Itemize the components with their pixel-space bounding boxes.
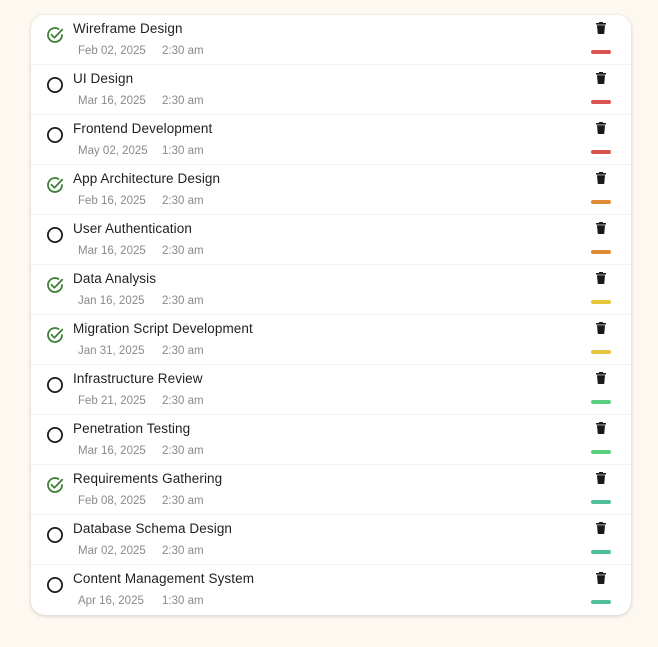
task-row[interactable]: Wireframe Design Feb 02, 2025 2:30 am xyxy=(31,15,631,65)
task-row[interactable]: Content Management System Apr 16, 2025 1… xyxy=(31,565,631,615)
task-title: Data Analysis xyxy=(73,271,157,286)
task-time: 2:30 am xyxy=(162,95,204,107)
empty-circle-icon[interactable] xyxy=(46,226,64,244)
task-title: Infrastructure Review xyxy=(73,371,203,386)
task-title: User Authentication xyxy=(73,221,192,236)
task-time: 1:30 am xyxy=(162,145,204,157)
task-date: Mar 16, 2025 xyxy=(78,95,146,107)
empty-circle-icon[interactable] xyxy=(46,76,64,94)
task-date: Feb 16, 2025 xyxy=(78,195,146,207)
check-circle-icon[interactable] xyxy=(46,476,64,494)
empty-circle-icon[interactable] xyxy=(46,376,64,394)
task-title: Migration Script Development xyxy=(73,321,253,336)
priority-indicator xyxy=(591,50,611,54)
task-row[interactable]: Data Analysis Jan 16, 2025 2:30 am xyxy=(31,265,631,315)
task-row[interactable]: Database Schema Design Mar 02, 2025 2:30… xyxy=(31,515,631,565)
task-time: 2:30 am xyxy=(162,195,204,207)
trash-icon[interactable] xyxy=(596,121,606,134)
task-row[interactable]: App Architecture Design Feb 16, 2025 2:3… xyxy=(31,165,631,215)
task-title: Content Management System xyxy=(73,571,255,586)
check-circle-icon[interactable] xyxy=(46,276,64,294)
trash-icon[interactable] xyxy=(596,71,606,84)
task-row[interactable]: Frontend Development May 02, 2025 1:30 a… xyxy=(31,115,631,165)
task-date: Feb 02, 2025 xyxy=(78,45,146,57)
trash-icon[interactable] xyxy=(596,521,606,534)
priority-indicator xyxy=(591,600,611,604)
trash-icon[interactable] xyxy=(596,471,606,484)
trash-icon[interactable] xyxy=(596,421,606,434)
task-time: 2:30 am xyxy=(162,395,204,407)
task-date: Feb 08, 2025 xyxy=(78,495,146,507)
trash-icon[interactable] xyxy=(596,221,606,234)
task-title: Penetration Testing xyxy=(73,421,191,436)
task-date: Mar 16, 2025 xyxy=(78,245,146,257)
task-list-card: Wireframe Design Feb 02, 2025 2:30 am UI… xyxy=(31,15,631,615)
task-date: Mar 16, 2025 xyxy=(78,445,146,457)
priority-indicator xyxy=(591,200,611,204)
task-date: Apr 16, 2025 xyxy=(78,595,144,607)
task-title: App Architecture Design xyxy=(73,171,221,186)
task-time: 2:30 am xyxy=(162,445,204,457)
task-row[interactable]: Requirements Gathering Feb 08, 2025 2:30… xyxy=(31,465,631,515)
task-row[interactable]: User Authentication Mar 16, 2025 2:30 am xyxy=(31,215,631,265)
task-date: Feb 21, 2025 xyxy=(78,395,146,407)
task-title: UI Design xyxy=(73,71,134,86)
check-circle-icon[interactable] xyxy=(46,326,64,344)
trash-icon[interactable] xyxy=(596,21,606,34)
empty-circle-icon[interactable] xyxy=(46,576,64,594)
priority-indicator xyxy=(591,100,611,104)
task-date: Jan 31, 2025 xyxy=(78,345,145,357)
task-date: Mar 02, 2025 xyxy=(78,545,146,557)
task-date: Jan 16, 2025 xyxy=(78,295,145,307)
priority-indicator xyxy=(591,350,611,354)
task-time: 2:30 am xyxy=(162,345,204,357)
priority-indicator xyxy=(591,550,611,554)
task-time: 1:30 am xyxy=(162,595,204,607)
priority-indicator xyxy=(591,500,611,504)
task-title: Database Schema Design xyxy=(73,521,233,536)
task-row[interactable]: Migration Script Development Jan 31, 202… xyxy=(31,315,631,365)
task-row[interactable]: UI Design Mar 16, 2025 2:30 am xyxy=(31,65,631,115)
task-row[interactable]: Infrastructure Review Feb 21, 2025 2:30 … xyxy=(31,365,631,415)
empty-circle-icon[interactable] xyxy=(46,426,64,444)
task-time: 2:30 am xyxy=(162,295,204,307)
trash-icon[interactable] xyxy=(596,171,606,184)
trash-icon[interactable] xyxy=(596,371,606,384)
priority-indicator xyxy=(591,300,611,304)
trash-icon[interactable] xyxy=(596,321,606,334)
check-circle-icon[interactable] xyxy=(46,26,64,44)
task-time: 2:30 am xyxy=(162,495,204,507)
task-title: Wireframe Design xyxy=(73,21,183,36)
task-title: Requirements Gathering xyxy=(73,471,223,486)
priority-indicator xyxy=(591,250,611,254)
priority-indicator xyxy=(591,400,611,404)
check-circle-icon[interactable] xyxy=(46,176,64,194)
trash-icon[interactable] xyxy=(596,571,606,584)
task-time: 2:30 am xyxy=(162,45,204,57)
priority-indicator xyxy=(591,150,611,154)
empty-circle-icon[interactable] xyxy=(46,526,64,544)
empty-circle-icon[interactable] xyxy=(46,126,64,144)
priority-indicator xyxy=(591,450,611,454)
task-date: May 02, 2025 xyxy=(78,145,148,157)
task-time: 2:30 am xyxy=(162,245,204,257)
task-title: Frontend Development xyxy=(73,121,213,136)
task-time: 2:30 am xyxy=(162,545,204,557)
trash-icon[interactable] xyxy=(596,271,606,284)
task-row[interactable]: Penetration Testing Mar 16, 2025 2:30 am xyxy=(31,415,631,465)
